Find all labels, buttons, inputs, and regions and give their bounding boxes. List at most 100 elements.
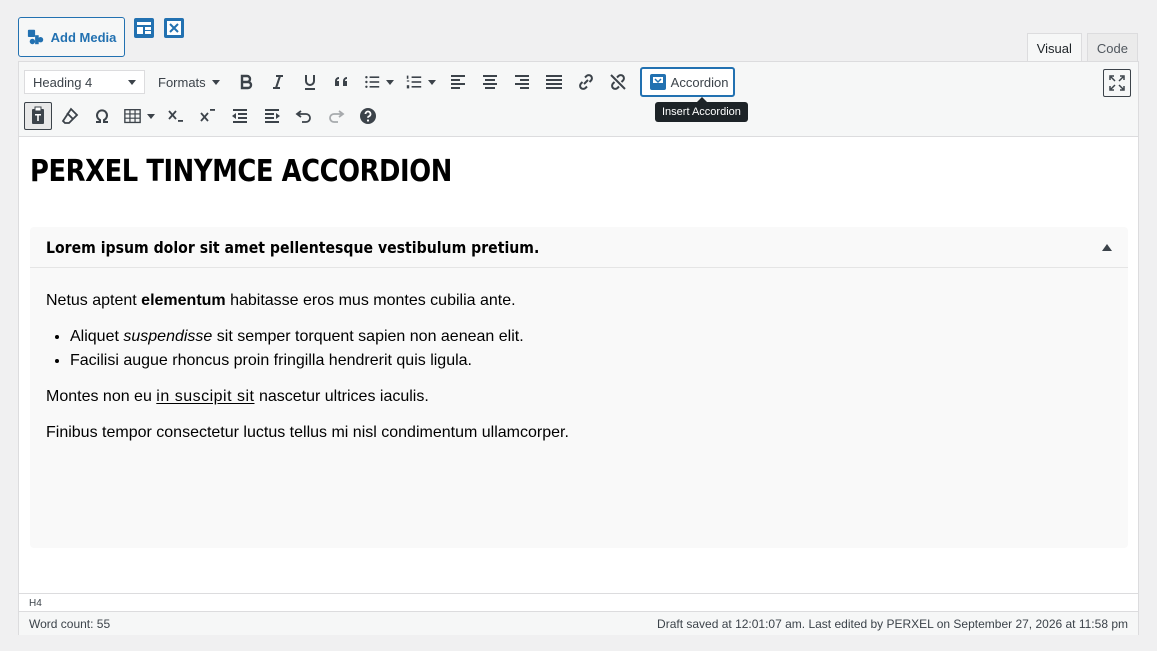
indent-icon bbox=[265, 109, 280, 123]
accordion-icon bbox=[649, 74, 666, 90]
underlined-text: in suscipit sit bbox=[156, 388, 255, 405]
insert-accordion-button[interactable]: Accordion bbox=[639, 67, 736, 97]
layout-icon bbox=[134, 18, 154, 38]
media-bar: Add Media bbox=[18, 17, 185, 57]
text-span: sit semper torquent sapien non aenean el… bbox=[212, 328, 524, 345]
align-right-icon bbox=[514, 75, 529, 89]
text-span: nascetur ultrices iaculis. bbox=[254, 388, 429, 405]
page-title: PERXEL TINYMCE ACCORDION bbox=[30, 154, 452, 189]
chevron-down-icon bbox=[427, 79, 436, 85]
bold-text: elementum bbox=[141, 292, 226, 309]
close-box-icon bbox=[164, 18, 184, 38]
redo-button[interactable] bbox=[322, 102, 350, 130]
accordion: Lorem ipsum dolor sit amet pellentesque … bbox=[30, 227, 1128, 548]
align-center-icon bbox=[482, 75, 497, 89]
formats-menu[interactable]: Formats bbox=[152, 68, 226, 96]
editor: Heading 4 Formats Accordion Insert Accor… bbox=[18, 61, 1139, 635]
subscript-button[interactable] bbox=[162, 102, 190, 130]
tab-code[interactable]: Code bbox=[1086, 33, 1138, 62]
justify-button[interactable] bbox=[540, 68, 568, 96]
justify-icon bbox=[545, 75, 562, 89]
toolbar-row-1: Heading 4 Formats Accordion bbox=[24, 67, 736, 97]
italic-text: suspendisse bbox=[123, 328, 213, 345]
underline-icon bbox=[304, 75, 315, 90]
table-icon bbox=[124, 108, 141, 123]
editor-content[interactable]: PERXEL TINYMCE ACCORDION Lorem ipsum dol… bbox=[19, 138, 1138, 593]
add-media-label: Add Media bbox=[50, 29, 117, 45]
align-center-button[interactable] bbox=[476, 68, 504, 96]
help-icon bbox=[360, 108, 376, 124]
align-left-icon bbox=[450, 75, 465, 89]
insert-link-button[interactable] bbox=[572, 68, 600, 96]
chevron-down-icon bbox=[128, 79, 136, 85]
draft-status: Draft saved at 12:01:07 am. Last edited … bbox=[657, 616, 1128, 631]
italic-icon bbox=[272, 75, 283, 89]
text-span: Aliquet bbox=[70, 328, 124, 345]
help-button[interactable] bbox=[354, 102, 382, 130]
paragraph-1: Netus aptent elementum habitasse eros mu… bbox=[46, 289, 1112, 313]
list-item: Facilisi augue rhoncus proin fringilla h… bbox=[70, 349, 1112, 373]
list-item: Aliquet suspendisse sit semper torquent … bbox=[70, 325, 1112, 349]
formats-label: Formats bbox=[158, 74, 206, 90]
text-span: habitasse eros mus montes cubilia ante. bbox=[225, 292, 516, 309]
accordion-heading: Lorem ipsum dolor sit amet pellentesque … bbox=[46, 237, 540, 257]
bullet-list-icon bbox=[364, 76, 379, 88]
blockquote-button[interactable] bbox=[328, 68, 356, 96]
toolbar: Heading 4 Formats Accordion Insert Accor… bbox=[19, 62, 1138, 137]
add-media-button[interactable]: Add Media bbox=[18, 17, 125, 57]
special-character-button[interactable] bbox=[88, 102, 116, 130]
fullscreen-icon bbox=[1109, 75, 1125, 91]
numbered-list-icon bbox=[406, 75, 421, 89]
indent-button[interactable] bbox=[258, 102, 286, 130]
block-format-select[interactable]: Heading 4 bbox=[24, 70, 145, 94]
bullet-list-button[interactable] bbox=[360, 68, 398, 96]
undo-button[interactable] bbox=[290, 102, 318, 130]
accordion-tooltip: Insert Accordion bbox=[655, 97, 748, 122]
path-item[interactable]: H4 bbox=[29, 598, 42, 609]
shortcode-button[interactable] bbox=[163, 17, 185, 39]
paragraph-3: Finibus tempor consectetur luctus tellus… bbox=[46, 424, 569, 441]
align-right-button[interactable] bbox=[508, 68, 536, 96]
bullet-list: Aliquet suspendisse sit semper torquent … bbox=[70, 325, 1112, 373]
table-button[interactable] bbox=[120, 102, 158, 130]
undo-icon bbox=[295, 110, 311, 123]
unlink-icon bbox=[609, 74, 626, 90]
italic-button[interactable] bbox=[264, 68, 292, 96]
fullscreen-button[interactable] bbox=[1103, 69, 1131, 97]
paste-text-button[interactable] bbox=[24, 102, 52, 130]
block-format-value: Heading 4 bbox=[33, 74, 93, 90]
chevron-down-icon bbox=[385, 79, 394, 85]
element-path: H4 bbox=[19, 593, 1138, 611]
accordion-button-label: Accordion bbox=[670, 74, 729, 90]
link-icon bbox=[578, 74, 593, 90]
subscript-icon bbox=[168, 110, 183, 122]
superscript-icon bbox=[200, 109, 215, 122]
clipboard-icon bbox=[32, 106, 44, 124]
quote-icon bbox=[334, 77, 347, 86]
bold-button[interactable] bbox=[232, 68, 260, 96]
text-span: Netus aptent bbox=[46, 292, 142, 309]
paragraph-2: Montes non eu in suscipit sit nascetur u… bbox=[46, 385, 1112, 409]
accordion-body: Netus aptent elementum habitasse eros mu… bbox=[30, 268, 1128, 445]
media-icon bbox=[27, 29, 43, 45]
outdent-button[interactable] bbox=[226, 102, 254, 130]
editor-tabs: Visual Code bbox=[1026, 33, 1138, 63]
accordion-header[interactable]: Lorem ipsum dolor sit amet pellentesque … bbox=[30, 227, 1128, 268]
outdent-icon bbox=[232, 109, 247, 123]
eraser-icon bbox=[61, 107, 79, 124]
remove-link-button[interactable] bbox=[604, 68, 632, 96]
clear-formatting-button[interactable] bbox=[56, 102, 84, 130]
text-span: Montes non eu bbox=[46, 388, 157, 405]
superscript-button[interactable] bbox=[194, 102, 222, 130]
status-bar: Word count: 55 Draft saved at 12:01:07 a… bbox=[19, 611, 1138, 635]
chevron-down-icon bbox=[211, 79, 220, 85]
word-count: Word count: 55 bbox=[29, 616, 111, 631]
tab-visual[interactable]: Visual bbox=[1026, 33, 1082, 63]
form-layout-button[interactable] bbox=[133, 17, 155, 39]
underline-button[interactable] bbox=[296, 68, 324, 96]
numbered-list-button[interactable] bbox=[402, 68, 440, 96]
bold-icon bbox=[240, 74, 252, 90]
redo-icon bbox=[329, 110, 345, 123]
collapse-arrow-icon[interactable] bbox=[1102, 243, 1112, 251]
align-left-button[interactable] bbox=[444, 68, 472, 96]
